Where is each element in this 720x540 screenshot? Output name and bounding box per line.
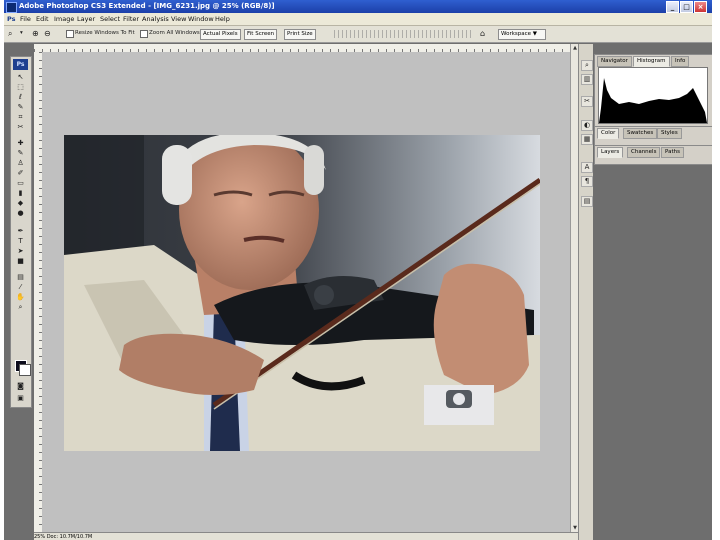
clone-stamp-icon[interactable]: ♙ xyxy=(15,159,26,167)
shape-icon[interactable]: ■ xyxy=(15,257,26,265)
healing-brush-icon[interactable]: ✚ xyxy=(15,139,26,147)
quick-select-icon[interactable]: ✎ xyxy=(15,103,26,111)
close-button[interactable]: × xyxy=(694,1,707,13)
pen-icon[interactable]: ✒ xyxy=(15,227,26,235)
status-bar: 25% Doc: 10.7M/10.7M xyxy=(34,532,578,540)
tab-color[interactable]: Color xyxy=(597,128,620,139)
menu-help[interactable]: Help xyxy=(215,13,230,25)
zoom-in-icon[interactable]: ⊕ xyxy=(32,28,39,39)
menu-analysis[interactable]: Analysis xyxy=(142,13,169,25)
resize-windows-checkbox[interactable] xyxy=(66,30,74,38)
menu-window[interactable]: Window xyxy=(188,13,214,25)
navigator-histogram-panel: Navigator Histogram Info xyxy=(594,54,712,128)
zoom-icon[interactable]: ⌕ xyxy=(15,303,26,311)
history-brush-icon[interactable]: ✐ xyxy=(15,169,26,177)
character-dock-icon[interactable]: A xyxy=(581,162,593,173)
paragraph-dock-icon[interactable]: ¶ xyxy=(581,176,593,187)
menu-select[interactable]: Select xyxy=(100,13,120,25)
menu-edit[interactable]: Edit xyxy=(36,13,49,25)
menu-ps-logo[interactable]: Ps xyxy=(7,13,16,25)
tab-navigator[interactable]: Navigator xyxy=(597,56,632,67)
menu-filter[interactable]: Filter xyxy=(123,13,139,25)
type-icon[interactable]: T xyxy=(15,237,26,245)
path-select-icon[interactable]: ➤ xyxy=(15,247,26,255)
options-bar-grip xyxy=(334,30,474,38)
tab-info[interactable]: Info xyxy=(671,56,690,67)
menu-layer[interactable]: Layer xyxy=(77,13,95,25)
tool-preset-chevron-icon[interactable]: ▾ xyxy=(20,28,23,39)
quick-mask-icon[interactable]: ◙ xyxy=(15,382,26,390)
screen-mode-icon[interactable]: ▣ xyxy=(15,394,26,402)
eyedropper-icon[interactable]: ⁄ xyxy=(15,283,26,291)
move-icon[interactable]: ↖ xyxy=(15,73,26,81)
tab-swatches[interactable]: Swatches xyxy=(623,128,658,139)
lasso-icon[interactable]: ℓ xyxy=(15,93,26,101)
options-bar: ⌕ ▾ ⊕ ⊖ Resize Windows To Fit Zoom All W… xyxy=(4,26,712,43)
panel-area: Navigator Histogram Info Color Swatches … xyxy=(594,44,712,540)
document-image[interactable] xyxy=(64,135,540,451)
hand-icon[interactable]: ✋ xyxy=(15,293,26,301)
tools-dock-icon[interactable]: ✂ xyxy=(581,96,593,107)
palette-well-icon[interactable]: ⌂ xyxy=(480,28,485,39)
dodge-icon[interactable]: ● xyxy=(15,209,26,217)
zoom-tool-icon[interactable]: ⌕ xyxy=(8,28,12,39)
eraser-icon[interactable]: ▭ xyxy=(15,179,26,187)
histogram-dock-icon[interactable]: ▥ xyxy=(581,74,593,85)
slice-icon[interactable]: ✂ xyxy=(15,123,26,131)
zoom-all-windows-label: Zoom All Windows xyxy=(149,30,200,36)
zoom-out-icon[interactable]: ⊖ xyxy=(44,28,51,39)
fit-screen-button[interactable]: Fit Screen xyxy=(244,29,278,40)
menu-image[interactable]: Image xyxy=(54,13,74,25)
photoshop-window: Adobe Photoshop CS3 Extended - [IMG_6231… xyxy=(4,0,712,540)
layers-dock-icon[interactable]: ▤ xyxy=(581,196,593,207)
color-swatches-panel: Color Swatches Styles xyxy=(594,126,712,146)
tab-channels[interactable]: Channels xyxy=(627,147,661,158)
tab-histogram[interactable]: Histogram xyxy=(633,56,670,67)
panel-dock-icons: ⌕ ▥ ✂ ◐ ▦ A ¶ ▤ xyxy=(578,44,593,540)
background-color-swatch[interactable] xyxy=(19,364,31,376)
tools-panel: Ps ↖ ⬚ ℓ ✎ ⌗ ✂ ✚ ✎ ♙ ✐ ▭ ▮ ◆ ● ✒ T ➤ ■ ▤ ⁄ ✋ ⌕ ◙ ▣ xyxy=(10,56,32,408)
window-title: Adobe Photoshop CS3 Extended - [IMG_6231… xyxy=(19,2,275,10)
crop-icon[interactable]: ⌗ xyxy=(15,113,26,121)
maximize-button[interactable]: □ xyxy=(680,1,693,13)
navigator-dock-icon[interactable]: ⌕ xyxy=(581,60,593,71)
tab-styles[interactable]: Styles xyxy=(657,128,682,139)
app-icon xyxy=(6,2,17,13)
menu-view[interactable]: View xyxy=(171,13,186,25)
tab-layers[interactable]: Layers xyxy=(597,147,624,158)
document-status: 25% Doc: 10.7M/10.7M xyxy=(34,534,93,540)
marquee-icon[interactable]: ⬚ xyxy=(15,83,26,91)
histogram-display xyxy=(598,67,708,124)
resize-windows-label: Resize Windows To Fit xyxy=(75,30,135,36)
brush-icon[interactable]: ✎ xyxy=(15,149,26,157)
menu-file[interactable]: File xyxy=(20,13,31,25)
print-size-button[interactable]: Print Size xyxy=(284,29,316,40)
gradient-icon[interactable]: ▮ xyxy=(15,189,26,197)
zoom-all-windows-checkbox[interactable] xyxy=(140,30,148,38)
blur-icon[interactable]: ◆ xyxy=(15,199,26,207)
color-dock-icon[interactable]: ◐ xyxy=(581,120,593,131)
notes-icon[interactable]: ▤ xyxy=(15,273,26,281)
actual-pixels-button[interactable]: Actual Pixels xyxy=(200,29,241,40)
layers-panel: Layers Channels Paths xyxy=(594,145,712,165)
workspace-dropdown[interactable]: Workspace ▼ xyxy=(498,29,546,40)
minimize-button[interactable]: _ xyxy=(666,1,679,13)
menu-bar: Ps File Edit Image Layer Select Filter A… xyxy=(4,13,712,26)
violinist-photo xyxy=(64,135,540,451)
swatches-dock-icon[interactable]: ▦ xyxy=(581,134,593,145)
tab-paths[interactable]: Paths xyxy=(661,147,684,158)
title-bar: Adobe Photoshop CS3 Extended - [IMG_6231… xyxy=(4,0,712,13)
histogram-graph xyxy=(599,78,707,123)
ps-logo: Ps xyxy=(13,59,28,70)
